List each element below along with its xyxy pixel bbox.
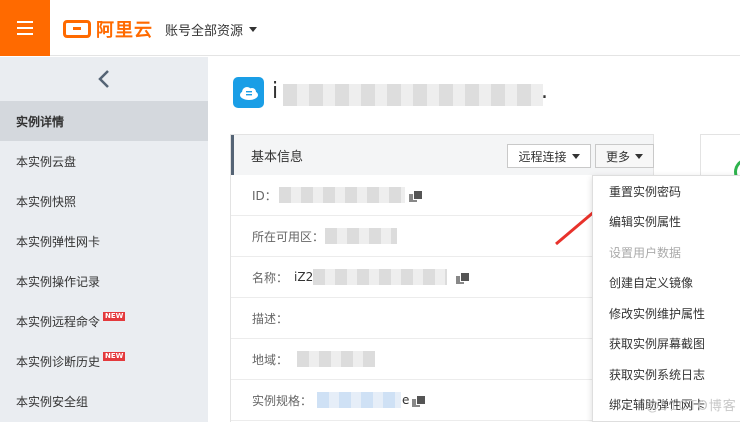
panel-title: 基本信息 [251, 149, 304, 165]
redacted-value [317, 392, 401, 408]
menu-item-label: 修改实例维护属性 [609, 306, 706, 321]
sidebar-item-label: 本实例弹性网卡 [16, 234, 101, 249]
logo-text: 阿里云 [96, 20, 153, 41]
menu-item-screenshot[interactable]: 获取实例屏幕截图 [593, 329, 740, 360]
redacted-value [313, 269, 447, 285]
sidebar-item-label: 实例详情 [16, 114, 65, 129]
redacted-instance-id [283, 84, 543, 106]
account-label: 账号全部资源 [165, 24, 244, 39]
sidebar-item-disks[interactable]: 本实例云盘 [0, 141, 208, 181]
info-row-instance-type: 实例规格： e [231, 380, 653, 421]
menu-icon-line [17, 33, 33, 35]
menu-item-create-image[interactable]: 创建自定义镜像 [593, 268, 740, 299]
sidebar-item-operation-logs[interactable]: 本实例操作记录 [0, 261, 208, 301]
caret-down-icon [635, 153, 643, 159]
row-label: 名称： [252, 270, 289, 285]
copy-icon[interactable] [409, 190, 423, 203]
more-button[interactable]: 更多 [595, 144, 654, 168]
watermark: @51CTO博客 [646, 399, 737, 414]
copy-icon[interactable] [412, 395, 426, 408]
menu-item-label: 获取实例屏幕截图 [609, 337, 706, 352]
new-badge: NEW [103, 311, 126, 321]
menu-item-label: 设置用户数据 [609, 245, 682, 260]
sidebar-item-network-cards[interactable]: 本实例弹性网卡 [0, 221, 208, 261]
sidebar-item-instance-detail[interactable]: 实例详情 [0, 101, 208, 141]
row-value: iZ2 [294, 270, 314, 284]
sidebar-item-label: 本实例云盘 [16, 154, 77, 169]
row-label: 实例规格： [252, 393, 313, 408]
top-bar: 阿里云 账号全部资源 [0, 0, 740, 56]
sidebar-item-security-groups[interactable]: 本实例安全组 [0, 381, 208, 421]
menu-item-edit-attributes[interactable]: 编辑实例属性 [593, 207, 740, 238]
remote-connect-label: 远程连接 [518, 149, 567, 164]
row-label: 描述： [252, 311, 289, 326]
sidebar: 实例详情 本实例云盘 本实例快照 本实例弹性网卡 本实例操作记录 本实例远程命令… [0, 57, 208, 422]
caret-down-icon [571, 153, 580, 159]
instance-title-suffix: . [541, 79, 548, 104]
menu-item-maintenance[interactable]: 修改实例维护属性 [593, 298, 740, 329]
row-label: 所在可用区： [252, 229, 325, 244]
menu-item-label: 获取实例系统日志 [609, 367, 706, 382]
redacted-value [325, 228, 397, 244]
sidebar-collapse-button[interactable] [0, 57, 208, 101]
row-label: ID： [252, 188, 277, 203]
sidebar-item-snapshots[interactable]: 本实例快照 [0, 181, 208, 221]
more-dropdown-menu: 重置实例密码 编辑实例属性 设置用户数据 创建自定义镜像 修改实例维护属性 获取… [592, 175, 740, 422]
info-row-description: 描述： [231, 298, 653, 339]
redacted-value [297, 351, 375, 367]
cloud-glyph [239, 86, 258, 100]
menu-item-label: 编辑实例属性 [609, 215, 682, 230]
sidebar-item-label: 本实例安全组 [16, 394, 89, 409]
new-badge: NEW [103, 351, 126, 361]
aliyun-logo-icon [63, 20, 91, 38]
remote-connect-button[interactable]: 远程连接 [507, 144, 591, 168]
sidebar-item-label: 本实例远程命令 [16, 314, 101, 329]
sidebar-item-diagnosis-history[interactable]: 本实例诊断历史 NEW [0, 341, 208, 381]
instance-title: i [272, 79, 279, 104]
basic-info-header: 基本信息 远程连接 更多 [231, 135, 654, 175]
menu-item-label: 重置实例密码 [609, 184, 682, 199]
menu-icon-line [17, 27, 33, 29]
sidebar-item-label: 本实例快照 [16, 194, 77, 209]
caret-down-icon [249, 27, 258, 32]
redacted-value [279, 187, 405, 203]
sidebar-item-label: 本实例操作记录 [16, 274, 101, 289]
row-label: 地域： [252, 352, 289, 367]
hamburger-menu-button[interactable] [0, 0, 50, 56]
cloud-icon [233, 77, 264, 108]
menu-icon [17, 21, 33, 23]
row-value: e [402, 393, 410, 407]
info-row-region: 地域： [231, 339, 653, 380]
aliyun-logo[interactable]: 阿里云 [63, 19, 153, 41]
chevron-left-icon [98, 70, 109, 88]
more-label: 更多 [605, 149, 630, 164]
basic-info-panel: 基本信息 远程连接 更多 ID： 所在可用区： 名称： iZ2 描述： 地域： … [230, 134, 654, 422]
account-resource-dropdown[interactable]: 账号全部资源 [165, 20, 258, 39]
copy-icon[interactable] [456, 272, 470, 285]
sidebar-item-label: 本实例诊断历史 [16, 354, 101, 369]
menu-item-set-user-data: 设置用户数据 [593, 237, 740, 268]
sidebar-item-remote-commands[interactable]: 本实例远程命令 NEW [0, 301, 208, 341]
menu-item-system-log[interactable]: 获取实例系统日志 [593, 359, 740, 390]
info-row-name: 名称： iZ2 [231, 257, 653, 298]
menu-item-reset-password[interactable]: 重置实例密码 [593, 176, 740, 207]
menu-item-label: 创建自定义镜像 [609, 276, 694, 291]
